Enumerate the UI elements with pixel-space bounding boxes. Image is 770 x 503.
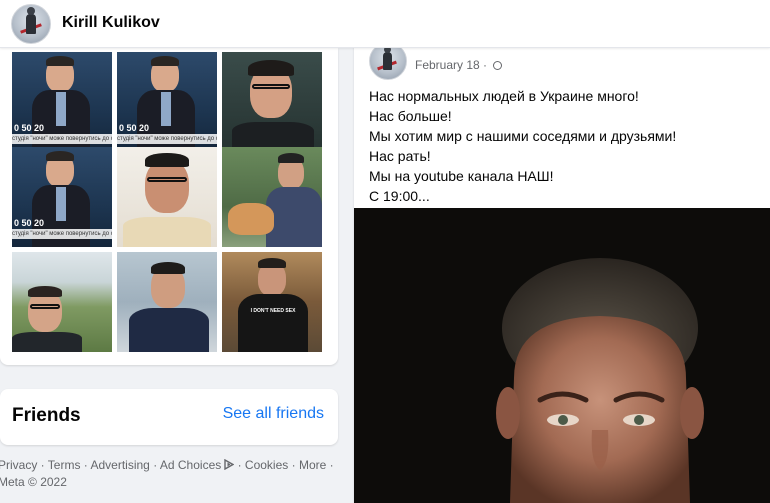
footer-cookies-link[interactable]: Cookies [245,458,288,472]
see-all-friends-link[interactable]: See all friends [223,405,324,423]
top-bar: Kirill Kulikov [0,0,770,48]
photo-tile[interactable]: 0 50 20 студія "ночи" може повернутись д… [12,52,112,152]
footer-terms-link[interactable]: Terms [48,458,81,472]
photo-tile[interactable]: 0 50 20 студія "ночи" може повернутись д… [12,147,112,247]
tile-overlay-text: 0 50 20 [14,123,45,133]
post-line: Нас рать! [369,148,431,164]
photo-tile[interactable] [117,147,217,247]
ad-choices-icon [224,458,235,474]
globe-icon [493,61,503,70]
footer: Privacy · Terms · Advertising · Ad Choic… [0,458,334,489]
footer-ad-choices-link[interactable]: Ad Choices [160,458,221,472]
post-photo[interactable] [354,208,770,503]
post-date-link[interactable]: February 18 [415,58,480,72]
portrait-image [354,208,770,503]
post-line: Нас нормальных людей в Украине много! [369,88,639,104]
photo-tile[interactable]: 0 50 20 студія "ночи" може повернутись д… [117,52,217,152]
tile-caption: студія "ночи" може повернутись до охотою [117,134,217,144]
footer-copyright: Meta © 2022 [0,475,67,489]
photo-tile[interactable] [222,147,322,247]
footer-privacy-link[interactable]: Privacy [0,458,37,472]
post-meta: February 18 · [415,58,503,72]
post-line: Нас больше! [369,108,452,124]
footer-advertising-link[interactable]: Advertising [90,458,149,472]
profile-name[interactable]: Kirill Kulikov [62,14,160,32]
post-line: Мы хотим мир с нашими соседями и друзьям… [369,128,677,144]
photos-card: 0 50 20 студія "ночи" може повернутись д… [0,48,338,365]
post-line: С 19:00... [369,188,430,204]
profile-avatar[interactable] [11,4,51,44]
photo-tile[interactable] [12,252,112,352]
photo-tile[interactable] [117,252,217,352]
post-line: Мы на youtube канала НАШ! [369,168,554,184]
tile-overlay-text: 0 50 20 [119,123,150,133]
photo-tile[interactable] [222,52,322,152]
tile-overlay-text: 0 50 20 [14,218,45,228]
tile-caption: студія "ночи" може повернутись до охотою [12,229,112,239]
footer-more-link[interactable]: More [299,458,326,472]
tile-overlay-text: I DON'T NEED SEX [250,308,296,314]
tile-caption: студія "ночи" може повернутись до охотою [12,134,112,144]
post-card: February 18 · Нас нормальных людей в Укр… [354,33,770,503]
photo-tile[interactable]: I DON'T NEED SEX [222,252,322,352]
friends-heading: Friends [12,405,81,426]
post-body: Нас нормальных людей в Украине много! На… [369,86,676,206]
friends-card: Friends See all friends [0,389,338,445]
